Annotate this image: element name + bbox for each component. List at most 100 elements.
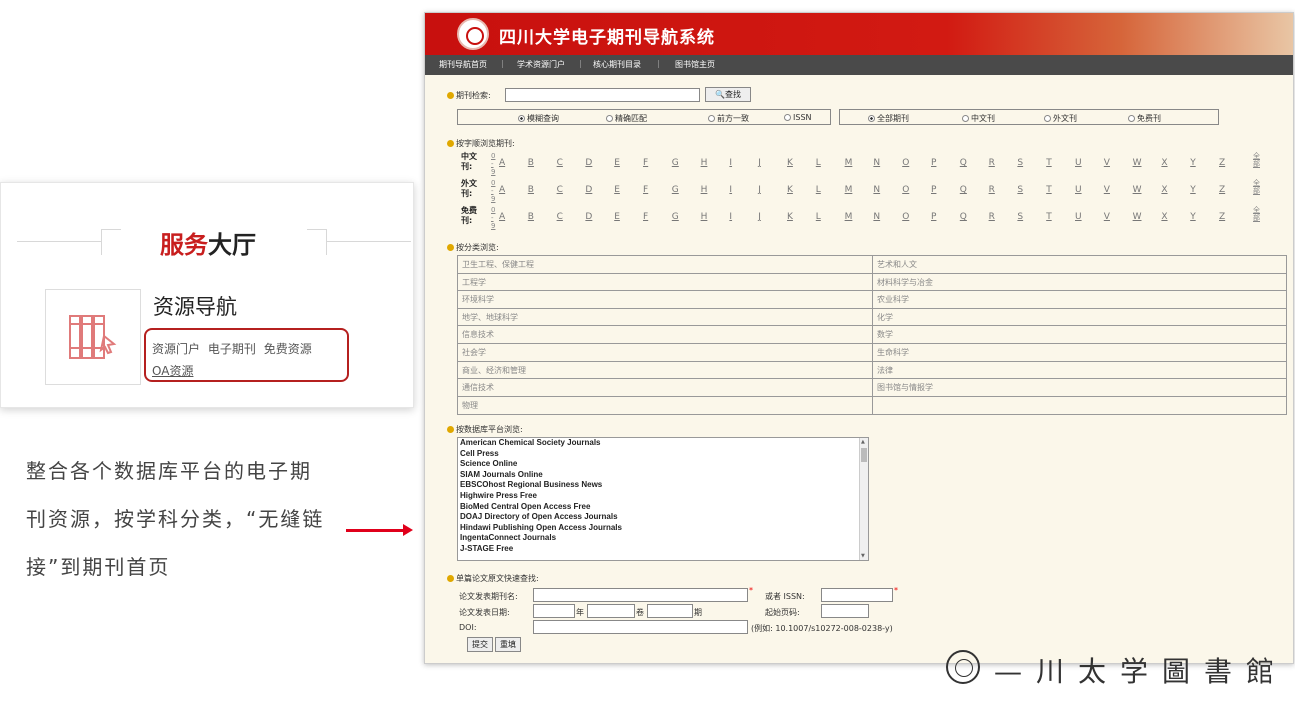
alpha-letter-link[interactable]: T bbox=[1046, 158, 1052, 168]
alpha-letter-link[interactable]: I bbox=[729, 212, 732, 222]
alpha-all-link[interactable]: 全部 bbox=[1253, 179, 1261, 195]
alpha-letter-link[interactable]: F bbox=[643, 158, 648, 168]
alpha-letter-link[interactable]: M bbox=[845, 185, 853, 195]
doi-input[interactable] bbox=[533, 620, 748, 634]
alpha-letter-link[interactable]: T bbox=[1046, 185, 1052, 195]
alpha-letter-link[interactable]: H bbox=[701, 212, 708, 222]
alpha-letter-link[interactable]: K bbox=[787, 212, 793, 222]
link-ejournals[interactable]: 电子期刊 bbox=[208, 342, 256, 356]
category-link[interactable]: 工程学 bbox=[458, 273, 873, 291]
scroll-up-icon[interactable]: ▲ bbox=[861, 439, 865, 445]
alpha-letter-link[interactable]: S bbox=[1017, 158, 1023, 168]
category-link[interactable]: 数学 bbox=[873, 326, 1287, 343]
alpha-letter-link[interactable]: K bbox=[787, 158, 793, 168]
nav-home[interactable]: 期刊导航首页 bbox=[439, 59, 487, 70]
alpha-letter-link[interactable]: K bbox=[787, 185, 793, 195]
alpha-letter-link[interactable]: A bbox=[499, 185, 505, 195]
alpha-letter-link[interactable]: O bbox=[902, 212, 909, 222]
alpha-letter-link[interactable]: P bbox=[931, 158, 936, 168]
alpha-letter-link[interactable]: N bbox=[873, 185, 880, 195]
link-resource-portal[interactable]: 资源门户 bbox=[152, 342, 200, 356]
alpha-letter-link[interactable]: S bbox=[1017, 185, 1023, 195]
alpha-letter-link[interactable]: Q bbox=[960, 158, 967, 168]
radio-foreign[interactable]: 外文刊 bbox=[1044, 113, 1077, 124]
alpha-letter-link[interactable]: H bbox=[701, 185, 708, 195]
alpha-letter-link[interactable]: D bbox=[585, 158, 592, 168]
alpha-letter-link[interactable]: V bbox=[1104, 158, 1110, 168]
database-option[interactable]: IngentaConnect Journals bbox=[458, 533, 868, 544]
alpha-letter-link[interactable]: G bbox=[672, 212, 679, 222]
database-option[interactable]: Cell Press bbox=[458, 449, 868, 460]
year-input[interactable] bbox=[533, 604, 575, 618]
database-option[interactable]: Hindawi Publishing Open Access Journals bbox=[458, 523, 868, 534]
alpha-letter-link[interactable]: U bbox=[1075, 185, 1082, 195]
alpha-letter-link[interactable]: L bbox=[816, 185, 821, 195]
alpha-letter-link[interactable]: I bbox=[729, 158, 732, 168]
bookshelf-icon[interactable] bbox=[45, 289, 141, 385]
listbox-scrollbar[interactable]: ▲ ▼ bbox=[859, 438, 868, 560]
category-link[interactable]: 通信技术 bbox=[458, 379, 873, 397]
alpha-letter-link[interactable]: N bbox=[873, 212, 880, 222]
category-link[interactable]: 材料科学与冶金 bbox=[873, 274, 1287, 291]
alpha-all-link[interactable]: 全部 bbox=[1253, 206, 1261, 222]
category-link[interactable]: 法律 bbox=[873, 362, 1287, 379]
category-link[interactable]: 商业、经济和管理 bbox=[458, 361, 873, 379]
alpha-letter-link[interactable]: U bbox=[1075, 158, 1082, 168]
alpha-letter-link[interactable]: V bbox=[1104, 212, 1110, 222]
alpha-all-link[interactable]: 全部 bbox=[1253, 152, 1261, 168]
category-link[interactable]: 地学、地球科学 bbox=[458, 308, 873, 326]
alpha-letter-link[interactable]: E bbox=[614, 185, 620, 195]
alpha-letter-link[interactable]: P bbox=[931, 212, 936, 222]
database-option[interactable]: SIAM Journals Online bbox=[458, 470, 868, 481]
alpha-letter-link[interactable]: L bbox=[816, 158, 821, 168]
alpha-letter-link[interactable]: R bbox=[989, 185, 995, 195]
submit-button[interactable]: 提交 bbox=[467, 637, 493, 652]
alpha-letter-link[interactable]: X bbox=[1161, 158, 1167, 168]
volume-input[interactable] bbox=[587, 604, 635, 618]
category-link[interactable]: 卫生工程、保健工程 bbox=[458, 256, 873, 273]
category-link[interactable]: 艺术和人文 bbox=[873, 256, 1287, 273]
issn-input[interactable] bbox=[821, 588, 893, 602]
alpha-letter-link[interactable]: Y bbox=[1190, 212, 1196, 222]
reset-button[interactable]: 重填 bbox=[495, 637, 521, 652]
alpha-letter-link[interactable]: N bbox=[873, 158, 880, 168]
alpha-letter-link[interactable]: X bbox=[1161, 212, 1167, 222]
scroll-down-icon[interactable]: ▼ bbox=[861, 553, 865, 559]
alpha-digits-link[interactable]: 0-9 bbox=[491, 152, 495, 176]
database-option[interactable]: Highwire Press Free bbox=[458, 491, 868, 502]
alpha-letter-link[interactable]: Y bbox=[1190, 185, 1196, 195]
category-link[interactable]: 农业科学 bbox=[873, 291, 1287, 308]
alpha-letter-link[interactable]: E bbox=[614, 212, 620, 222]
database-listbox[interactable]: American Chemical Society Journals Cell P… bbox=[457, 437, 869, 561]
alpha-digits-link[interactable]: 0-9 bbox=[491, 179, 495, 203]
alpha-letter-link[interactable]: Y bbox=[1190, 158, 1196, 168]
alpha-letter-link[interactable]: P bbox=[931, 185, 936, 195]
category-link[interactable]: 物理 bbox=[458, 396, 873, 414]
alpha-letter-link[interactable]: B bbox=[528, 158, 534, 168]
database-option[interactable]: BioMed Central Open Access Free bbox=[458, 502, 868, 513]
nav-portal[interactable]: 学术资源门户 bbox=[517, 59, 565, 70]
alpha-letter-link[interactable]: Q bbox=[960, 212, 967, 222]
alpha-letter-link[interactable]: I bbox=[729, 185, 732, 195]
category-link[interactable]: 环境科学 bbox=[458, 291, 873, 309]
alpha-letter-link[interactable]: G bbox=[672, 158, 679, 168]
alpha-letter-link[interactable]: Z bbox=[1219, 158, 1225, 168]
alpha-letter-link[interactable]: M bbox=[845, 212, 853, 222]
issue-input[interactable] bbox=[647, 604, 693, 618]
link-oa-resources[interactable]: OA资源 bbox=[152, 364, 193, 378]
alpha-letter-link[interactable]: X bbox=[1161, 185, 1167, 195]
alpha-letter-link[interactable]: B bbox=[528, 185, 534, 195]
alpha-letter-link[interactable]: O bbox=[902, 158, 909, 168]
alpha-letter-link[interactable]: A bbox=[499, 158, 505, 168]
alpha-letter-link[interactable]: T bbox=[1046, 212, 1052, 222]
alpha-letter-link[interactable]: R bbox=[989, 158, 995, 168]
alpha-letter-link[interactable]: B bbox=[528, 212, 534, 222]
radio-exact[interactable]: 精确匹配 bbox=[606, 113, 647, 124]
alpha-letter-link[interactable]: Z bbox=[1219, 212, 1225, 222]
alpha-letter-link[interactable]: J bbox=[758, 185, 761, 195]
radio-prefix[interactable]: 前方一致 bbox=[708, 113, 749, 124]
alpha-letter-link[interactable]: G bbox=[672, 185, 679, 195]
alpha-letter-link[interactable]: D bbox=[585, 185, 592, 195]
radio-fuzzy[interactable]: 模糊查询 bbox=[518, 113, 559, 124]
alpha-letter-link[interactable]: V bbox=[1104, 185, 1110, 195]
